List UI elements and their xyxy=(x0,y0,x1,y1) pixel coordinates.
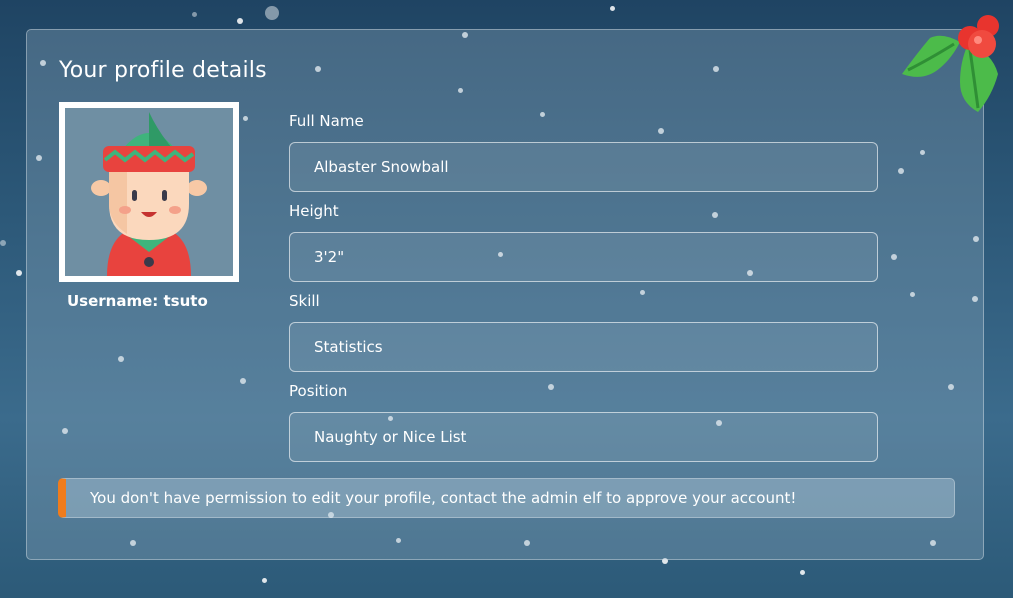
height-field[interactable] xyxy=(289,232,878,282)
profile-card: Your profile details Username: tsuto Ful… xyxy=(26,29,984,560)
skill-label: Skill xyxy=(289,292,320,310)
holly-icon xyxy=(898,12,1004,120)
skill-field[interactable] xyxy=(289,322,878,372)
elf-avatar-icon xyxy=(65,108,233,276)
alert-message: You don't have permission to edit your p… xyxy=(90,489,797,507)
position-label: Position xyxy=(289,382,348,400)
username-label: Username: tsuto xyxy=(67,292,208,310)
position-field[interactable] xyxy=(289,412,878,462)
avatar xyxy=(59,102,239,282)
page-title: Your profile details xyxy=(59,58,267,83)
permission-alert: You don't have permission to edit your p… xyxy=(58,478,955,518)
full-name-field[interactable] xyxy=(289,142,878,192)
height-label: Height xyxy=(289,202,339,220)
full-name-label: Full Name xyxy=(289,112,364,130)
